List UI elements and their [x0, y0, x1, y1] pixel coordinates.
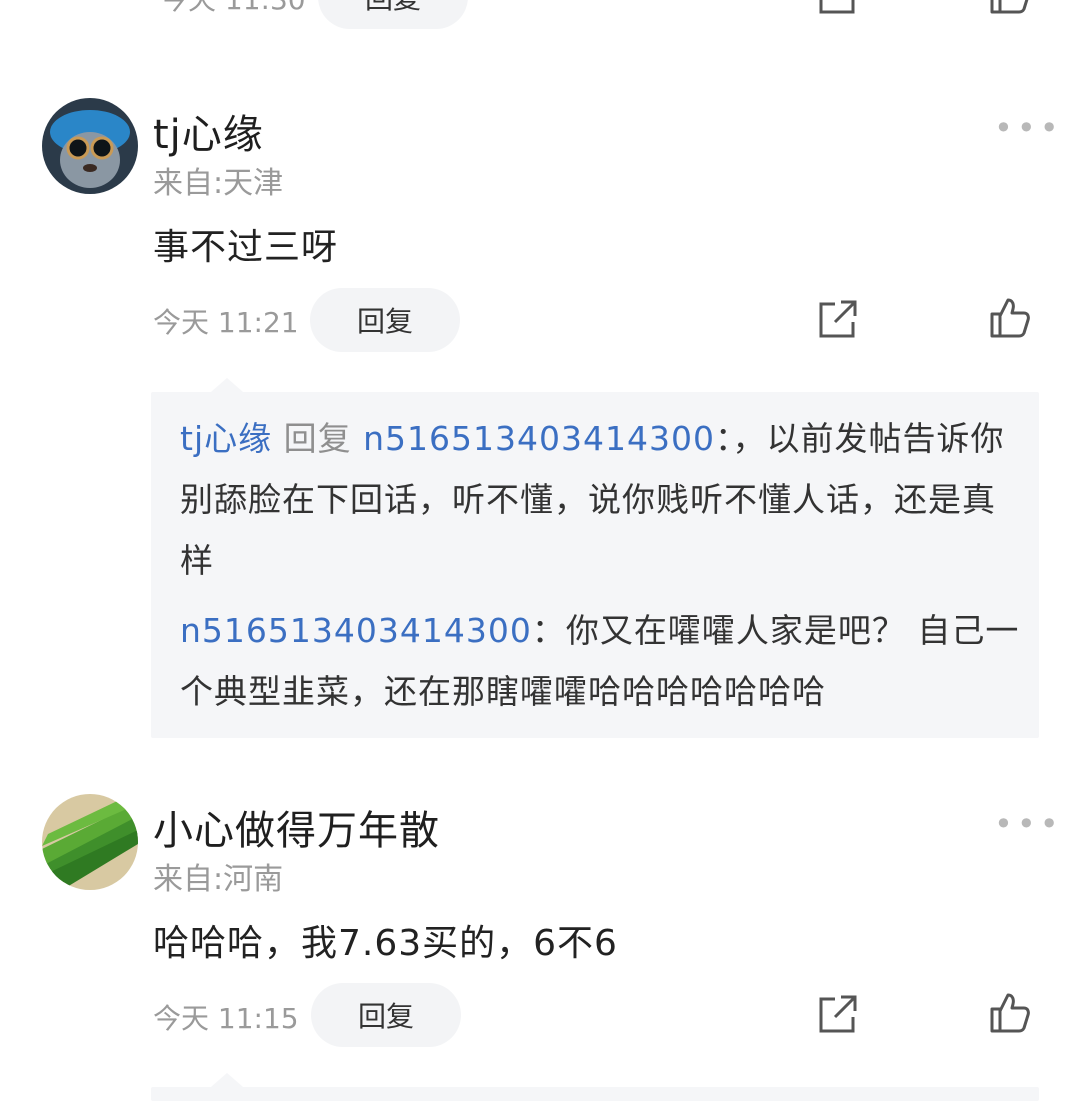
comment-time: 今天 11:30 — [160, 0, 306, 18]
reply-author-link[interactable]: n516513403414300 — [180, 611, 532, 650]
more-dots-icon[interactable]: ••• — [994, 808, 1063, 840]
location-label: 来自:河南 — [153, 862, 284, 897]
reply-button[interactable]: 回复 — [311, 983, 461, 1047]
avatar-image — [42, 794, 138, 890]
comment-text: 事不过三呀 — [153, 227, 339, 268]
username[interactable]: 小心做得万年散 — [153, 798, 440, 856]
username[interactable]: tj心缘 — [153, 102, 264, 160]
avatar[interactable] — [42, 98, 138, 194]
comment-time: 今天 11:15 — [153, 1002, 299, 1035]
share-icon[interactable] — [815, 0, 859, 18]
reply-thread[interactable] — [151, 1073, 1039, 1101]
reply-thread-caret — [211, 1073, 243, 1087]
thumbs-up-icon[interactable] — [988, 296, 1032, 340]
reply-thread[interactable]: tj心缘 回复 n516513403414300：，以前发帖告诉你别舔脸在下回话… — [151, 378, 1039, 738]
reply-thread-caret — [211, 378, 243, 392]
reply-button[interactable]: 回复 — [318, 0, 468, 29]
thumbs-up-icon[interactable] — [988, 991, 1032, 1035]
reply-button-label: 回复 — [357, 1000, 414, 1033]
reply-button[interactable]: 回复 — [310, 288, 460, 352]
reply-item[interactable]: n516513403414300：你又在嚯嚯人家是吧？ 自己一个典型韭菜，还在那… — [180, 600, 1025, 722]
share-icon[interactable] — [815, 993, 859, 1037]
avatar-image — [42, 98, 138, 194]
reply-button-label: 回复 — [356, 305, 413, 338]
comment-text: 哈哈哈，我7.63买的，6不6 — [153, 923, 618, 964]
thumbs-up-icon[interactable] — [988, 0, 1032, 16]
avatar[interactable] — [42, 794, 138, 890]
comment-time: 今天 11:21 — [153, 306, 299, 339]
reply-target-link[interactable]: n516513403414300 — [363, 419, 715, 458]
share-icon[interactable] — [815, 298, 859, 342]
more-dots-icon[interactable]: ••• — [994, 112, 1063, 144]
reply-button-label: 回复 — [365, 0, 421, 17]
reply-word: 回复 — [283, 419, 352, 458]
reply-author-link[interactable]: tj心缘 — [180, 419, 272, 458]
location-label: 来自:天津 — [153, 166, 284, 201]
reply-item[interactable]: tj心缘 回复 n516513403414300：，以前发帖告诉你别舔脸在下回话… — [180, 408, 1025, 591]
